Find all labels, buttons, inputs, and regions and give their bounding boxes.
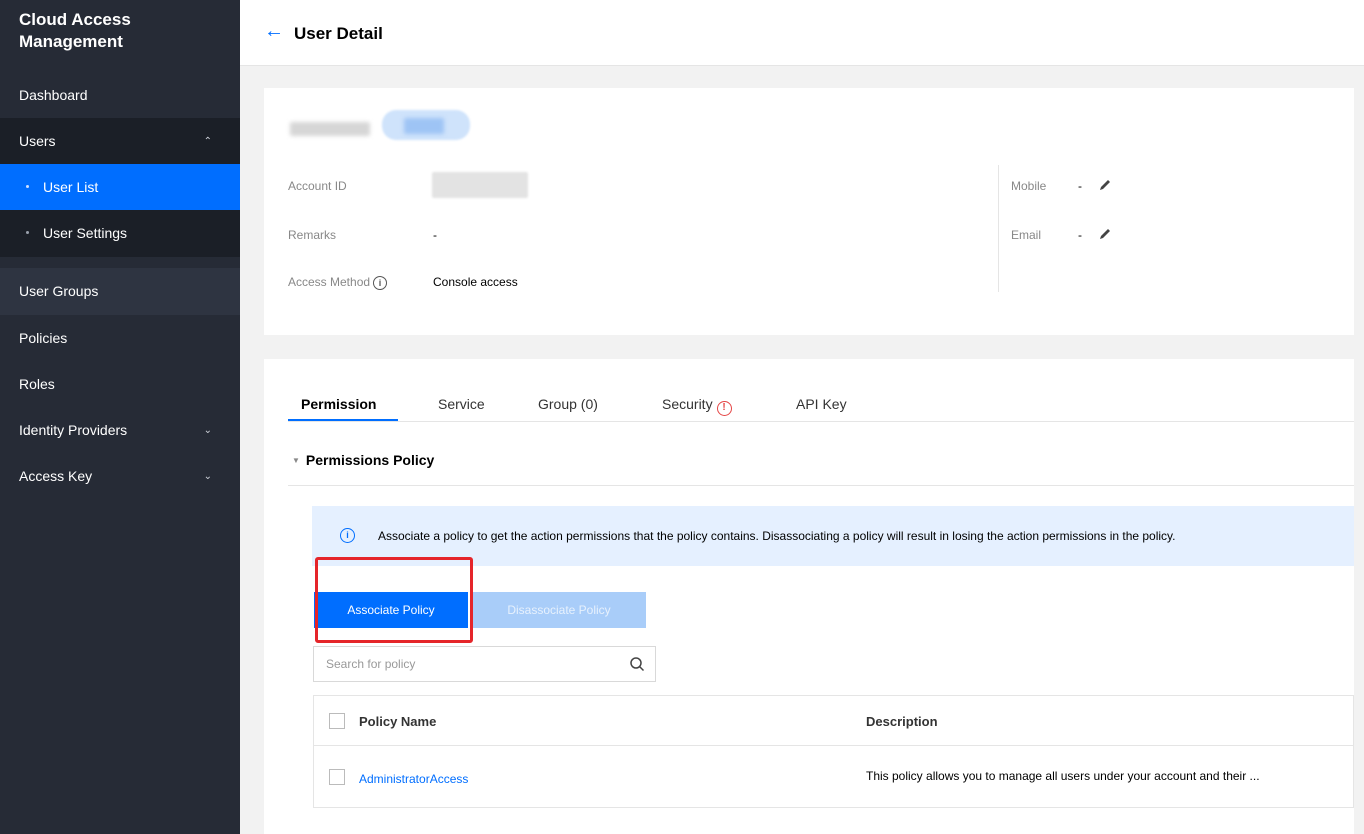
sidebar-item-label: User Settings	[43, 225, 128, 241]
sidebar-item-identity-providers[interactable]: Identity Providers ⌄	[0, 407, 240, 454]
sidebar-item-label: Users	[19, 133, 56, 149]
mobile-label: Mobile	[1011, 179, 1047, 193]
bullet-icon	[26, 230, 29, 234]
info-icon: i	[340, 528, 355, 543]
account-id-label: Account ID	[288, 179, 347, 193]
email-value: -	[1078, 228, 1082, 242]
chevron-down-icon: ⌄	[203, 425, 212, 436]
sidebar: Cloud Access Management Dashboard Users …	[0, 0, 240, 834]
table-header: Policy Name Description	[314, 696, 1353, 746]
search-input[interactable]	[314, 647, 614, 681]
search-icon[interactable]	[629, 656, 645, 672]
sidebar-item-dashboard[interactable]: Dashboard	[0, 72, 240, 119]
sidebar-item-label: Access Key	[19, 468, 93, 484]
username-redacted	[290, 122, 370, 136]
sidebar-item-roles[interactable]: Roles	[0, 361, 240, 408]
sidebar-item-label: Policies	[19, 330, 68, 346]
pencil-icon[interactable]	[1098, 178, 1112, 192]
remarks-value: -	[433, 228, 437, 242]
info-icon[interactable]: i	[373, 275, 388, 290]
sidebar-item-label: Roles	[19, 376, 55, 392]
access-method-value: Console access	[433, 275, 518, 289]
sidebar-item-label: User Groups	[19, 283, 99, 299]
section-divider	[288, 485, 1354, 486]
sidebar-item-label: User List	[43, 179, 99, 195]
policy-search	[313, 646, 656, 682]
permissions-card: Permission Service Group (0) Security! A…	[264, 359, 1354, 834]
policy-table: Policy Name Description AdministratorAcc…	[313, 695, 1354, 808]
sidebar-item-user-groups[interactable]: User Groups	[0, 268, 240, 315]
policy-description: This policy allows you to manage all use…	[866, 769, 1260, 783]
select-all-checkbox[interactable]	[329, 713, 345, 729]
access-method-label: Access Method i	[288, 275, 388, 290]
column-header-policy-name[interactable]: Policy Name	[359, 714, 436, 729]
app-title: Cloud Access Management	[19, 10, 131, 51]
page-title: User Detail	[294, 24, 383, 43]
username-redacted-mark	[404, 118, 444, 134]
sidebar-item-users[interactable]: Users ⌃	[0, 118, 240, 165]
sidebar-item-user-settings[interactable]: User Settings	[0, 210, 240, 257]
account-id-redacted	[432, 172, 528, 198]
permissions-policy-heading[interactable]: ▼ Permissions Policy	[292, 452, 434, 468]
notice-text: Associate a policy to get the action per…	[378, 529, 1176, 543]
chevron-up-icon: ⌃	[203, 136, 212, 147]
tab-api-key[interactable]: API Key	[796, 395, 847, 413]
access-method-label-text: Access Method	[288, 275, 371, 289]
bullet-icon	[26, 184, 29, 188]
divider	[998, 165, 999, 292]
section-title: Permissions Policy	[305, 452, 435, 468]
sidebar-item-policies[interactable]: Policies	[0, 315, 240, 362]
caret-down-icon: ▼	[292, 456, 300, 465]
info-notice: i Associate a policy to get the action p…	[312, 506, 1354, 566]
sidebar-item-label: Identity Providers	[19, 422, 128, 438]
tab-security-label: Security	[662, 396, 713, 412]
user-info-card: Account ID Remarks - Access Method i Cons…	[264, 88, 1354, 335]
chevron-down-icon: ⌄	[203, 471, 212, 482]
email-label: Email	[1011, 228, 1042, 242]
sidebar-item-user-list[interactable]: User List	[0, 164, 240, 211]
arrow-left-icon[interactable]: ←	[264, 20, 284, 42]
column-header-description: Description	[866, 714, 938, 729]
row-checkbox[interactable]	[329, 769, 345, 785]
tab-permission[interactable]: Permission	[301, 395, 376, 413]
disassociate-policy-button[interactable]: Disassociate Policy	[472, 592, 646, 628]
policy-name-link[interactable]: AdministratorAccess	[359, 772, 468, 786]
page-header: ← User Detail	[240, 0, 1364, 66]
tab-security[interactable]: Security!	[662, 395, 732, 416]
tabs-divider	[288, 421, 1354, 422]
remarks-label: Remarks	[288, 228, 337, 242]
tab-group[interactable]: Group (0)	[538, 395, 598, 413]
associate-policy-button[interactable]: Associate Policy	[314, 592, 468, 628]
warning-icon: !	[716, 401, 732, 416]
sidebar-item-label: Dashboard	[19, 87, 88, 103]
sidebar-item-access-key[interactable]: Access Key ⌄	[0, 453, 240, 500]
mobile-value: -	[1078, 179, 1082, 193]
tab-service[interactable]: Service	[438, 395, 485, 413]
pencil-icon[interactable]	[1098, 227, 1112, 241]
